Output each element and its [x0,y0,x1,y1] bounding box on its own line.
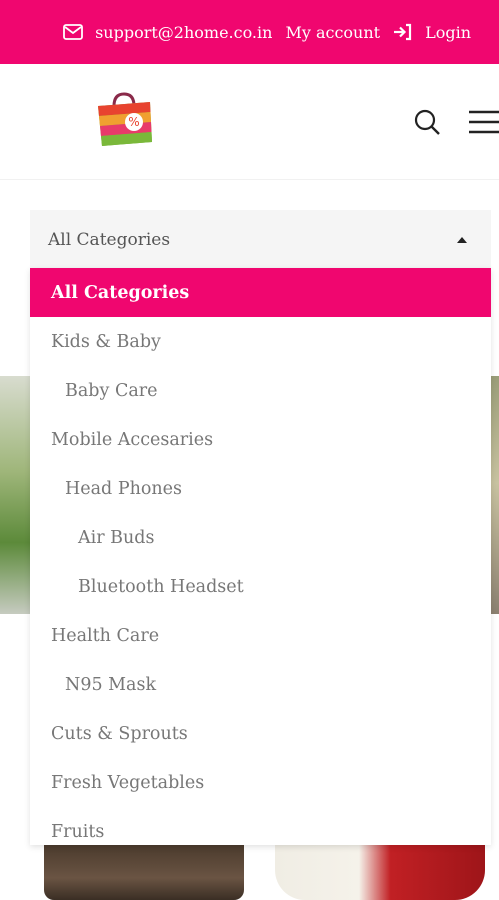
search-icon[interactable] [412,107,442,137]
category-option[interactable]: Health Care [30,611,491,660]
site-header: % [0,64,499,180]
envelope-icon [63,24,83,40]
svg-text:%: % [128,115,139,129]
category-option[interactable]: All Categories [30,268,491,317]
product-image-apple [275,845,485,900]
category-dropdown-list: All Categories Kids & Baby Baby Care Mobile… [30,268,491,845]
category-select[interactable]: All Categories [30,210,491,270]
category-option[interactable]: Baby Care [30,366,491,415]
category-option[interactable]: Fruits [30,807,491,845]
hamburger-menu-icon[interactable] [467,108,499,136]
category-option[interactable]: Cuts & Sprouts [30,709,491,758]
category-option[interactable]: Mobile Accesaries [30,415,491,464]
login-label: Login [425,22,471,42]
support-email-link[interactable]: support@2home.co.in [63,23,272,42]
category-option[interactable]: Bluetooth Headset [30,562,491,611]
category-option[interactable]: N95 Mask [30,660,491,709]
category-select-value: All Categories [48,230,171,250]
my-account-label: My account [285,22,381,42]
caret-up-icon [457,237,467,243]
my-account-link[interactable]: My account [285,23,380,42]
shopping-bag-logo[interactable]: % [94,92,156,148]
support-email: support@2home.co.in [95,22,273,42]
category-option[interactable]: Kids & Baby [30,317,491,366]
category-option[interactable]: Fresh Vegetables [30,758,491,807]
sign-in-icon [394,23,412,41]
top-bar: support@2home.co.in My account Login [0,0,499,64]
hero-image-left [0,376,32,614]
product-image-chair [44,845,244,900]
category-option[interactable]: Head Phones [30,464,491,513]
login-link[interactable]: Login [393,23,471,42]
category-option[interactable]: Air Buds [30,513,491,562]
